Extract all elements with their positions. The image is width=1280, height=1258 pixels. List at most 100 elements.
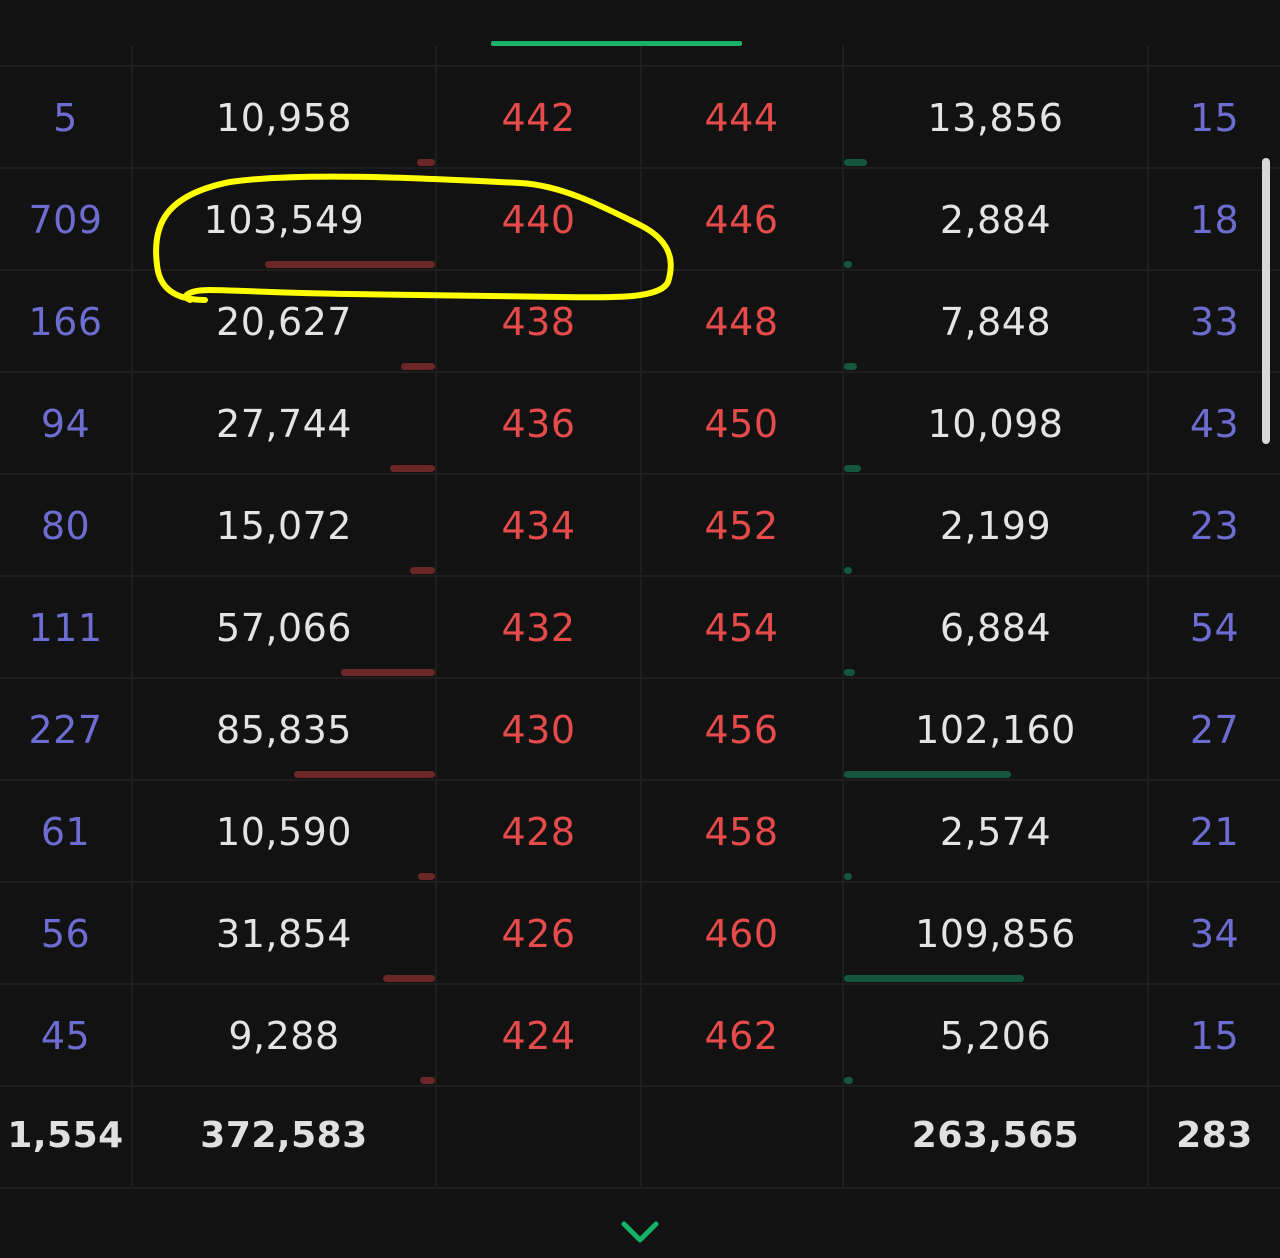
- ask-volume-cell: 5,206: [939, 1014, 1052, 1058]
- ask-count-cell: 33: [1189, 300, 1240, 344]
- row-divider: [0, 983, 1280, 985]
- bid-depth-bar: [401, 363, 435, 370]
- row-divider: [0, 167, 1280, 169]
- ask-volume-cell: 2,884: [939, 198, 1052, 242]
- ask-volume-cell: 102,160: [915, 708, 1076, 752]
- column-divider: [1147, 46, 1149, 1186]
- bid-price-cell[interactable]: 440: [437, 169, 640, 271]
- ask-depth-bar: [844, 669, 855, 676]
- bid-depth-bar: [265, 261, 435, 268]
- ask-price-cell[interactable]: 450: [641, 373, 842, 475]
- bid-volume-cell: 31,854: [216, 912, 352, 956]
- ask-price-cell[interactable]: 456: [641, 679, 842, 781]
- scrollbar[interactable]: [1262, 158, 1270, 444]
- bid-volume-cell: 9,288: [228, 1014, 340, 1058]
- ask-count-cell: 34: [1189, 912, 1240, 956]
- ask-depth-bar: [844, 567, 852, 574]
- ask-depth-bar: [844, 261, 852, 268]
- row-divider: [0, 65, 1280, 67]
- orderbook-screen: 5 10,958 442 444 13,856 15 709 103,549 440 446 2,8…: [0, 0, 1280, 1258]
- total-bid-count: 1,554: [7, 1114, 124, 1156]
- ask-price-cell[interactable]: 452: [641, 475, 842, 577]
- column-divider: [640, 46, 642, 1186]
- ask-count-cell: 18: [1189, 198, 1240, 242]
- bid-count-cell: 45: [40, 1014, 91, 1058]
- ask-volume-cell: 2,199: [939, 504, 1052, 548]
- row-divider: [0, 1187, 1280, 1189]
- bid-price-cell[interactable]: 426: [437, 883, 640, 985]
- bid-depth-bar: [410, 567, 435, 574]
- ask-volume-cell: 109,856: [915, 912, 1076, 956]
- row-divider: [0, 779, 1280, 781]
- total-ask-volume: 263,565: [911, 1114, 1080, 1156]
- bid-count-cell: 709: [28, 198, 103, 242]
- ask-price-cell[interactable]: 462: [641, 985, 842, 1087]
- bid-depth-bar: [341, 669, 435, 676]
- bid-count-cell: 94: [40, 402, 91, 446]
- bid-depth-bar: [383, 975, 435, 982]
- ask-depth-bar: [844, 159, 867, 166]
- bid-depth-bar: [417, 159, 435, 166]
- ask-depth-bar: [844, 873, 852, 880]
- ask-count-cell: 27: [1189, 708, 1240, 752]
- bid-count-cell: 111: [28, 606, 103, 650]
- bid-volume-cell: 85,835: [216, 708, 352, 752]
- row-divider: [0, 473, 1280, 475]
- bid-count-cell: 166: [28, 300, 103, 344]
- ask-depth-bar: [844, 465, 861, 472]
- ask-count-cell: 15: [1189, 96, 1240, 140]
- bid-depth-bar: [418, 873, 435, 880]
- bid-price-cell[interactable]: 430: [437, 679, 640, 781]
- ask-volume-cell: 10,098: [927, 402, 1064, 446]
- bid-count-cell: 61: [40, 810, 91, 854]
- bid-count-cell: 227: [28, 708, 103, 752]
- bid-price-cell[interactable]: 428: [437, 781, 640, 883]
- bid-volume-cell: 10,958: [216, 96, 352, 140]
- ask-depth-bar: [844, 975, 1024, 982]
- ask-count-cell: 15: [1189, 1014, 1240, 1058]
- column-divider: [435, 46, 437, 1186]
- bid-volume-cell: 15,072: [216, 504, 352, 548]
- ask-price-cell[interactable]: 446: [641, 169, 842, 271]
- bid-volume-cell: 57,066: [216, 606, 352, 650]
- bid-depth-bar: [390, 465, 435, 472]
- ask-count-cell: 23: [1189, 504, 1240, 548]
- ask-count-cell: 43: [1189, 402, 1240, 446]
- bid-volume-cell: 20,627: [216, 300, 352, 344]
- chevron-down-icon[interactable]: [620, 1216, 660, 1246]
- bid-price-cell[interactable]: 438: [437, 271, 640, 373]
- ask-price-cell[interactable]: 454: [641, 577, 842, 679]
- bid-price-cell[interactable]: 432: [437, 577, 640, 679]
- ask-volume-cell: 13,856: [927, 96, 1064, 140]
- active-tab-indicator: [491, 41, 742, 46]
- ask-volume-cell: 6,884: [939, 606, 1052, 650]
- ask-price-cell[interactable]: 448: [641, 271, 842, 373]
- row-divider: [0, 575, 1280, 577]
- bid-count-cell: 5: [53, 96, 78, 140]
- row-divider: [0, 371, 1280, 373]
- bid-price-cell[interactable]: 442: [437, 67, 640, 169]
- ask-depth-bar: [844, 1077, 853, 1084]
- bid-price-cell[interactable]: 424: [437, 985, 640, 1087]
- ask-volume-cell: 2,574: [939, 810, 1052, 854]
- ask-price-cell[interactable]: 460: [641, 883, 842, 985]
- ask-price-cell[interactable]: 458: [641, 781, 842, 883]
- ask-volume-cell: 7,848: [939, 300, 1052, 344]
- totals-row: 1,554 372,583 263,565 283: [0, 1084, 1280, 1186]
- row-divider: [0, 677, 1280, 679]
- column-divider: [131, 46, 133, 1186]
- bid-price-cell[interactable]: 436: [437, 373, 640, 475]
- row-divider: [0, 269, 1280, 271]
- bid-price-cell[interactable]: 434: [437, 475, 640, 577]
- bid-volume-cell: 103,549: [203, 198, 365, 242]
- column-divider: [842, 46, 844, 1186]
- total-bid-volume: 372,583: [200, 1114, 368, 1156]
- bid-depth-bar: [420, 1077, 435, 1084]
- bid-count-cell: 80: [40, 504, 91, 548]
- ask-price-cell[interactable]: 444: [641, 67, 842, 169]
- bid-depth-bar: [294, 771, 435, 778]
- ask-depth-bar: [844, 771, 1011, 778]
- row-divider: [0, 881, 1280, 883]
- ask-count-cell: 21: [1189, 810, 1240, 854]
- ask-count-cell: 54: [1189, 606, 1240, 650]
